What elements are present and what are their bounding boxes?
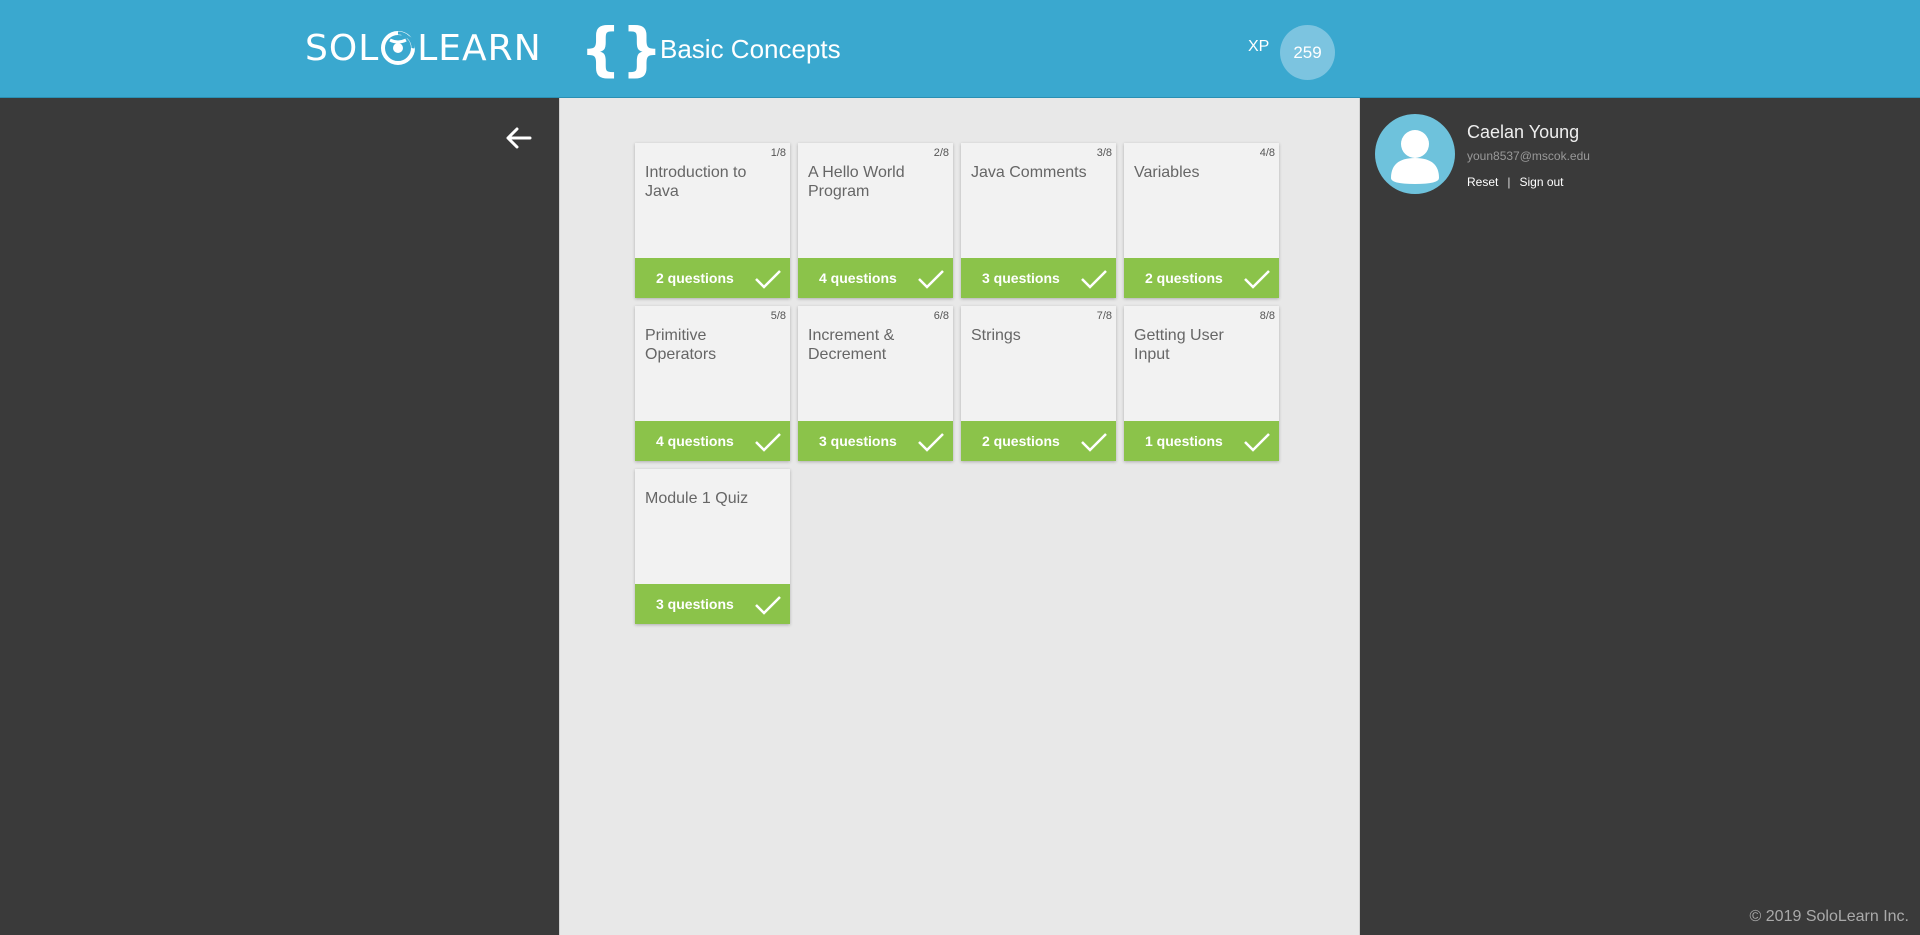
checkmark-icon: [755, 596, 781, 615]
lesson-title: A Hello World Program: [808, 164, 905, 200]
lesson-card[interactable]: 8/8 Getting User Input 1 questions: [1124, 306, 1279, 461]
lesson-title: Increment & Decrement: [808, 327, 895, 363]
user-name: Caelan Young: [1467, 122, 1580, 142]
lesson-status-bar: 3 questions: [961, 258, 1116, 298]
checkmark-icon: [1081, 433, 1107, 452]
lessons-panel: 1/8 Introduction to Java 2 questions 2/8 A H…: [559, 98, 1360, 935]
question-count: 4 questions: [656, 433, 734, 449]
lesson-card[interactable]: 7/8 Strings 2 questions: [961, 306, 1116, 461]
question-count: 2 questions: [982, 433, 1060, 449]
lesson-title: Java Comments: [971, 164, 1087, 181]
checkmark-icon: [755, 270, 781, 289]
user-email: youn8537@mscok.edu: [1467, 149, 1590, 163]
lesson-title: Getting User Input: [1134, 327, 1224, 363]
lesson-status-bar: 4 questions: [635, 421, 790, 461]
lesson-number: 2/8: [933, 147, 949, 159]
lesson-title: Module 1 Quiz: [645, 490, 749, 507]
logo-text-left: SOL: [305, 27, 380, 69]
user-links: Reset | Sign out: [1467, 175, 1564, 189]
lesson-number: 7/8: [1096, 310, 1112, 322]
question-count: 3 questions: [656, 596, 734, 612]
lesson-number: 8/8: [1259, 310, 1275, 322]
question-count: 1 questions: [1145, 433, 1223, 449]
question-count: 3 questions: [819, 433, 897, 449]
lesson-card[interactable]: 6/8 Increment & Decrement 3 questions: [798, 306, 953, 461]
link-separator: |: [1507, 175, 1511, 189]
reset-link[interactable]: Reset: [1467, 175, 1498, 189]
checkmark-icon: [1081, 270, 1107, 289]
lesson-title: Introduction to Java: [645, 164, 747, 200]
lesson-title: Strings: [971, 327, 1021, 344]
lesson-card[interactable]: 4/8 Variables 2 questions: [1124, 143, 1279, 298]
logo-text-right: LEARN: [417, 27, 542, 69]
lesson-status-bar: 2 questions: [1124, 258, 1279, 298]
question-count: 4 questions: [819, 270, 897, 286]
question-count: 2 questions: [656, 270, 734, 286]
lesson-number: 6/8: [933, 310, 949, 322]
lesson-status-bar: 1 questions: [1124, 421, 1279, 461]
course-title: Basic Concepts: [660, 34, 841, 64]
question-count: 3 questions: [982, 270, 1060, 286]
user-avatar[interactable]: [1375, 114, 1455, 194]
lesson-card[interactable]: 1/8 Introduction to Java 2 questions: [635, 143, 790, 298]
lesson-number: 4/8: [1259, 147, 1275, 159]
lesson-card[interactable]: Module 1 Quiz 3 questions: [635, 469, 790, 624]
copyright: © 2019 SoloLearn Inc.: [1749, 908, 1909, 925]
checkmark-icon: [918, 270, 944, 289]
top-header: SOL LEARN {} Basic Concepts XP 259: [0, 0, 1920, 98]
xp-label: XP: [1248, 38, 1270, 55]
arrow-left-icon[interactable]: [503, 123, 533, 153]
lesson-number: 5/8: [770, 310, 786, 322]
sign-out-link[interactable]: Sign out: [1519, 175, 1563, 189]
checkmark-icon: [918, 433, 944, 452]
checkmark-icon: [755, 433, 781, 452]
lesson-status-bar: 4 questions: [798, 258, 953, 298]
lesson-title: Primitive Operators: [645, 327, 717, 363]
lesson-card[interactable]: 2/8 A Hello World Program 4 questions: [798, 143, 953, 298]
lesson-status-bar: 2 questions: [961, 421, 1116, 461]
lesson-number: 1/8: [770, 147, 786, 159]
user-silhouette-icon: [1391, 130, 1439, 184]
lesson-status-bar: 3 questions: [635, 584, 790, 624]
sololearn-swirl-icon: [381, 31, 416, 65]
lesson-title: Variables: [1134, 164, 1200, 181]
sololearn-logo[interactable]: SOL LEARN: [305, 24, 542, 72]
course-braces-icon: {}: [580, 15, 663, 83]
lesson-status-bar: 2 questions: [635, 258, 790, 298]
question-count: 2 questions: [1145, 270, 1223, 286]
lesson-status-bar: 3 questions: [798, 421, 953, 461]
lesson-number: 3/8: [1096, 147, 1112, 159]
lesson-card[interactable]: 3/8 Java Comments 3 questions: [961, 143, 1116, 298]
checkmark-icon: [1244, 433, 1270, 452]
checkmark-icon: [1244, 270, 1270, 289]
xp-badge: 259: [1280, 25, 1335, 80]
lesson-card[interactable]: 5/8 Primitive Operators 4 questions: [635, 306, 790, 461]
